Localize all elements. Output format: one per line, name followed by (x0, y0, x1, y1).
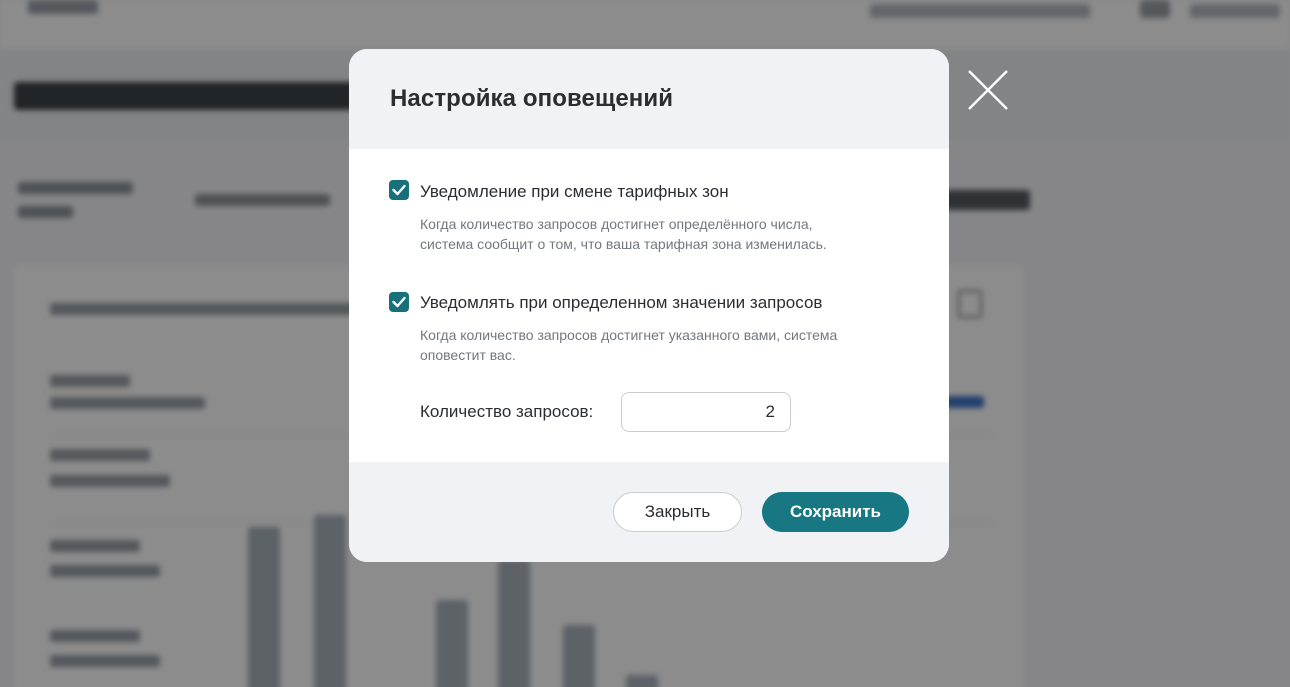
request-threshold-description-line-1: Когда количество запросов достигнет указ… (420, 327, 838, 343)
check-icon (392, 184, 406, 196)
check-icon (392, 296, 406, 308)
dialog-title: Настройка оповещений (390, 85, 674, 112)
request-threshold-description-line-2: оповестит вас. (420, 347, 516, 363)
request-threshold-label[interactable]: Уведомлять при определенном значении зап… (420, 293, 822, 313)
tariff-zone-description-line-1: Когда количество запросов достигнет опре… (420, 216, 813, 232)
tariff-zone-description-line-2: система сообщит о том, что ваша тарифная… (420, 236, 827, 252)
tariff-zone-label[interactable]: Уведомление при смене тарифных зон (420, 182, 729, 202)
close-button[interactable]: Закрыть (613, 492, 742, 532)
notification-settings-dialog: Настройка оповещений Уведомление при сме… (349, 49, 949, 562)
close-icon[interactable] (964, 66, 1012, 114)
tariff-zone-checkbox[interactable] (389, 180, 409, 200)
dialog-header: Настройка оповещений (349, 49, 949, 149)
save-button[interactable]: Сохранить (762, 492, 909, 532)
request-count-label: Количество запросов: (420, 402, 594, 421)
request-threshold-checkbox[interactable] (389, 292, 409, 312)
request-count-input[interactable] (621, 392, 791, 432)
